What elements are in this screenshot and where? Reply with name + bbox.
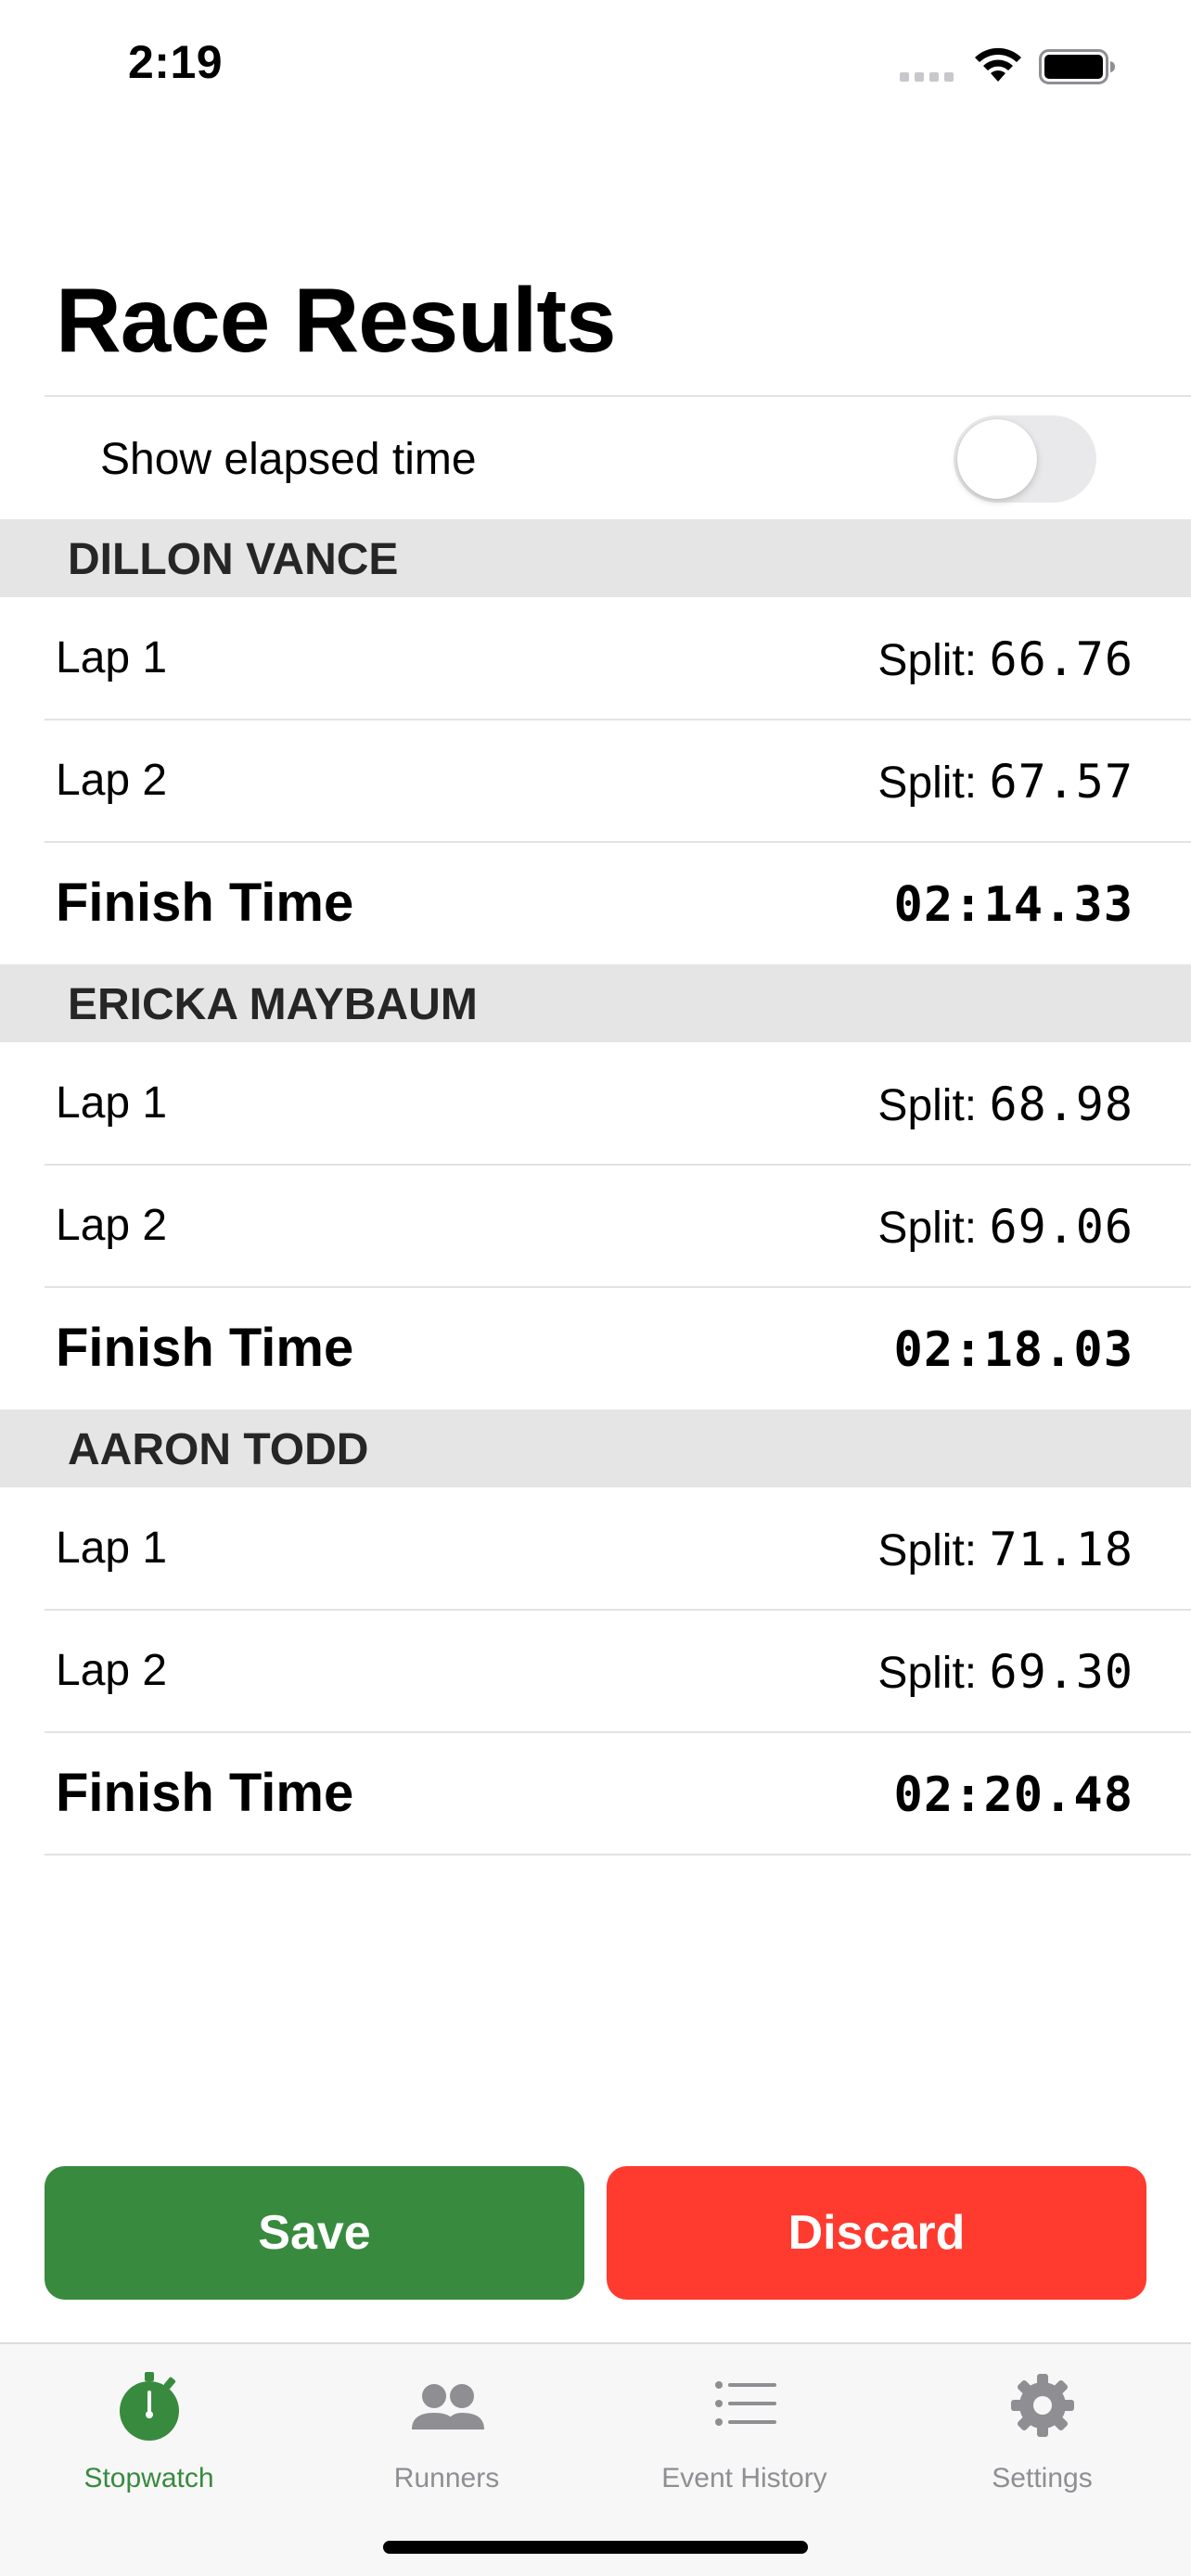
split-value: Split: 71.18 bbox=[877, 1523, 1133, 1576]
finish-row: Finish Time 02:20.48 bbox=[0, 1732, 1191, 1855]
lap-label: Lap 2 bbox=[56, 1646, 168, 1695]
lap-label: Lap 2 bbox=[56, 756, 168, 805]
finish-row: Finish Time 02:14.33 bbox=[0, 842, 1191, 964]
tab-stopwatch[interactable]: Stopwatch bbox=[0, 2344, 298, 2493]
lap-row: Lap 2 Split: 67.57 bbox=[0, 720, 1191, 842]
status-bar: 2:19 bbox=[0, 0, 1191, 139]
status-time: 2:19 bbox=[128, 36, 224, 88]
people-icon bbox=[411, 2384, 484, 2429]
finish-row: Finish Time 02:18.03 bbox=[0, 1287, 1191, 1409]
save-button[interactable]: Save bbox=[45, 2166, 584, 2300]
discard-button[interactable]: Discard bbox=[607, 2166, 1146, 2300]
divider bbox=[45, 1854, 1191, 1855]
wifi-icon bbox=[975, 47, 1021, 82]
runner-name: ERICKA MAYBAUM bbox=[68, 980, 478, 1029]
toggle-knob bbox=[957, 419, 1037, 499]
lap-row: Lap 1 Split: 68.98 bbox=[0, 1042, 1191, 1165]
show-elapsed-time-toggle[interactable] bbox=[954, 415, 1096, 503]
tab-event-history[interactable]: Event History bbox=[596, 2344, 893, 2493]
finish-label: Finish Time bbox=[56, 1763, 354, 1823]
split-value: Split: 69.30 bbox=[877, 1645, 1133, 1699]
tab-label: Settings bbox=[992, 2463, 1093, 2493]
home-indicator bbox=[383, 2541, 808, 2554]
section-header-runner: AARON TODD bbox=[0, 1409, 1191, 1487]
lap-row: Lap 2 Split: 69.30 bbox=[0, 1610, 1191, 1732]
split-value: Split: 67.57 bbox=[877, 755, 1133, 809]
tab-runners[interactable]: Runners bbox=[298, 2344, 596, 2493]
toggle-label: Show elapsed time bbox=[100, 435, 477, 484]
lap-label: Lap 2 bbox=[56, 1201, 168, 1250]
runner-name: AARON TODD bbox=[68, 1425, 369, 1474]
finish-label: Finish Time bbox=[56, 1318, 354, 1378]
tab-label: Event History bbox=[661, 2463, 827, 2493]
lap-row: Lap 1 Split: 71.18 bbox=[0, 1487, 1191, 1610]
split-value: Split: 68.98 bbox=[877, 1078, 1133, 1131]
section-header-runner: ERICKA MAYBAUM bbox=[0, 964, 1191, 1042]
tab-label: Runners bbox=[393, 2463, 500, 2493]
show-elapsed-time-row: Show elapsed time bbox=[0, 397, 1191, 519]
page-title: Race Results bbox=[56, 269, 617, 371]
finish-label: Finish Time bbox=[56, 873, 354, 933]
finish-time: 02:14.33 bbox=[893, 877, 1133, 933]
finish-time: 02:20.48 bbox=[893, 1767, 1133, 1823]
runner-name: DILLON VANCE bbox=[68, 535, 399, 584]
finish-time: 02:18.03 bbox=[893, 1322, 1133, 1378]
battery-icon bbox=[1039, 49, 1115, 84]
stopwatch-icon bbox=[119, 2372, 179, 2441]
split-value: Split: 66.76 bbox=[877, 632, 1133, 686]
lap-label: Lap 1 bbox=[56, 1524, 168, 1573]
cellular-signal-icon bbox=[900, 72, 957, 83]
lap-label: Lap 1 bbox=[56, 633, 168, 682]
tab-label: Stopwatch bbox=[83, 2463, 214, 2493]
lap-row: Lap 2 Split: 69.06 bbox=[0, 1165, 1191, 1287]
lap-row: Lap 1 Split: 66.76 bbox=[0, 597, 1191, 720]
lap-label: Lap 1 bbox=[56, 1078, 168, 1128]
tab-settings[interactable]: Settings bbox=[893, 2344, 1191, 2493]
section-header-runner: DILLON VANCE bbox=[0, 519, 1191, 597]
split-value: Split: 69.06 bbox=[877, 1200, 1133, 1254]
gear-icon bbox=[1010, 2374, 1074, 2437]
list-icon bbox=[714, 2381, 776, 2426]
